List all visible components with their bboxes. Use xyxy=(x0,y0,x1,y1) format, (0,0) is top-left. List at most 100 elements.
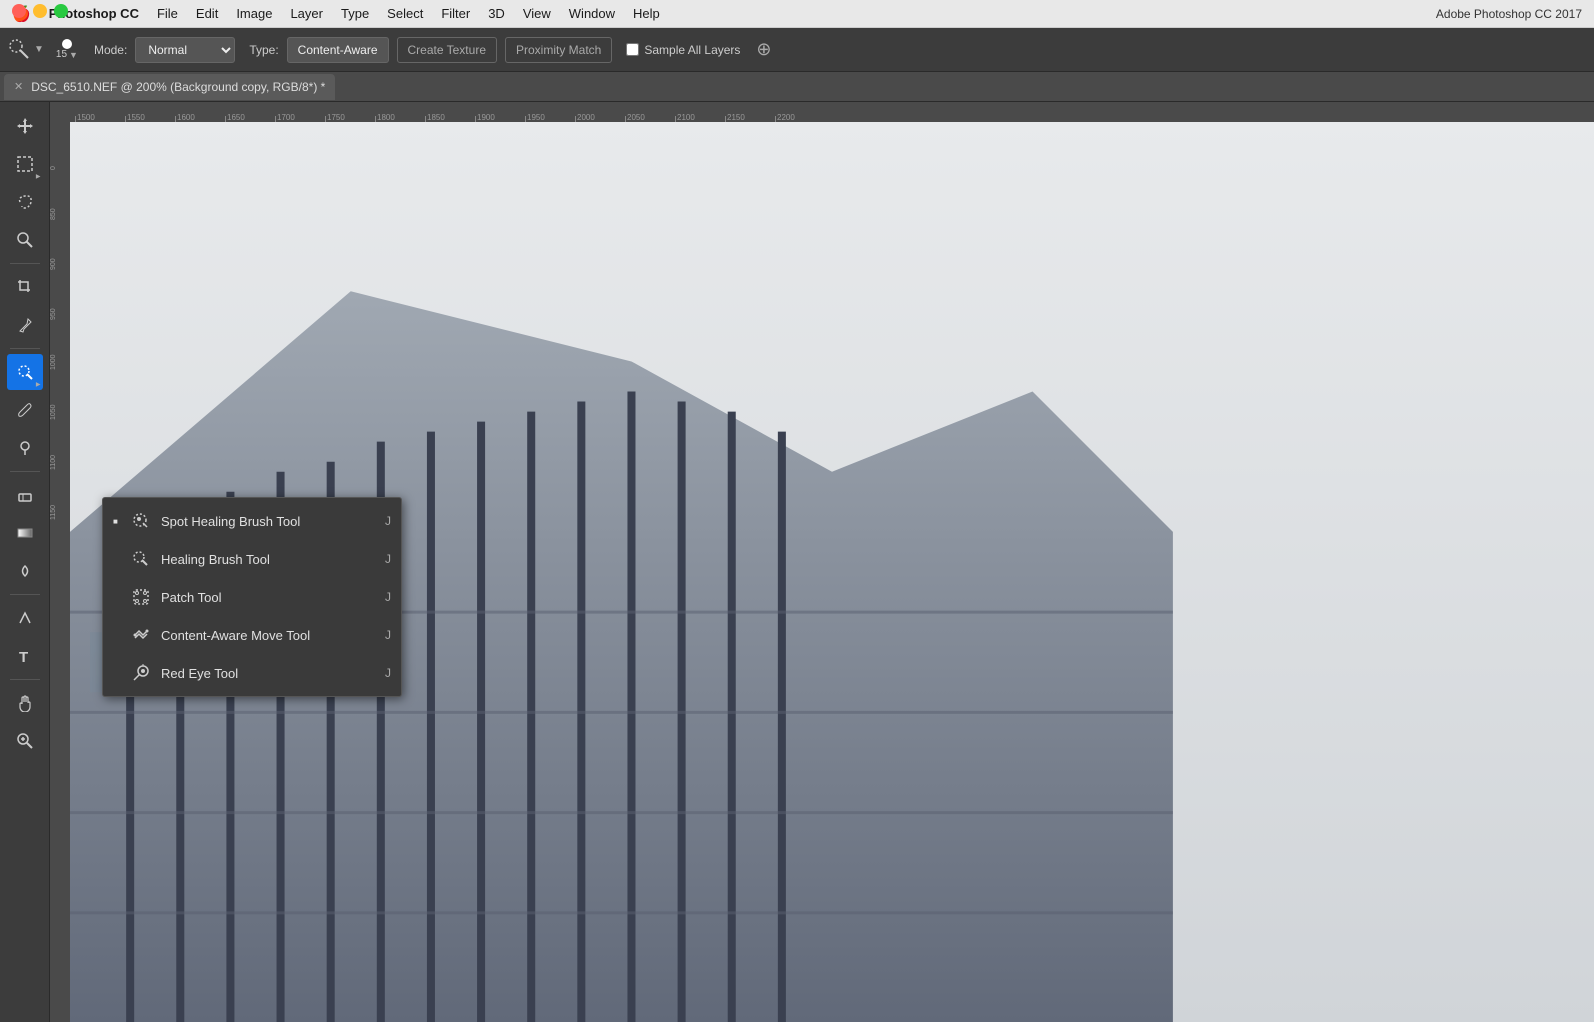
document-tab[interactable]: ✕ DSC_6510.NEF @ 200% (Background copy, … xyxy=(4,74,335,100)
ruler-corner xyxy=(50,102,70,122)
v-ruler-marks: 0 850 900 950 1000 1050 1100 1150 xyxy=(50,102,70,522)
flyout-spot-heal[interactable]: ■ Spot Healing Brush Tool J xyxy=(103,502,401,540)
brush-size-arrow: ▼ xyxy=(69,50,78,60)
magic-wand-tool[interactable] xyxy=(7,222,43,258)
patch-icon xyxy=(131,587,151,607)
toolbar-divider-4 xyxy=(10,594,40,595)
healing-tool[interactable]: ▶ xyxy=(7,354,43,390)
options-bar: ▼ 15 ▼ Mode: Normal Type: Content-Aware … xyxy=(0,28,1594,72)
ruler-mark-1800: 1800 xyxy=(375,113,425,122)
ruler-mark-1500: 1500 xyxy=(75,113,125,122)
eraser-tool[interactable] xyxy=(7,477,43,513)
ruler-horizontal: 1500 1550 1600 1650 1700 1750 1800 1850 … xyxy=(70,102,1594,122)
menu-window[interactable]: Window xyxy=(569,6,615,21)
toolbar-divider-2 xyxy=(10,348,40,349)
ruler-mark-2200: 2200 xyxy=(775,113,825,122)
ruler-mark-2150: 2150 xyxy=(725,113,775,122)
close-button[interactable] xyxy=(12,4,26,18)
ruler-mark-2100: 2100 xyxy=(675,113,725,122)
brush-dot xyxy=(62,39,72,49)
marquee-tool[interactable]: ▶ xyxy=(7,146,43,182)
brush-tool[interactable] xyxy=(7,392,43,428)
mode-label: Mode: xyxy=(94,43,127,57)
flyout-patch[interactable]: ■ Patch Tool J xyxy=(103,578,401,616)
blur-tool[interactable] xyxy=(7,553,43,589)
ruler-vertical: 0 850 900 950 1000 1050 1100 1150 xyxy=(50,102,70,1022)
lasso-tool[interactable] xyxy=(7,184,43,220)
menu-edit[interactable]: Edit xyxy=(196,6,218,21)
flyout-heal[interactable]: ■ Healing Brush Tool J xyxy=(103,540,401,578)
heal-shortcut: J xyxy=(385,552,391,566)
move-tool[interactable] xyxy=(7,108,43,144)
type-tool[interactable]: T xyxy=(7,638,43,674)
sample-all-container: Sample All Layers xyxy=(626,43,740,57)
type-content-aware-button[interactable]: Content-Aware xyxy=(287,37,389,63)
type-create-texture-button[interactable]: Create Texture xyxy=(397,37,498,63)
mode-dropdown[interactable]: Normal xyxy=(135,37,235,63)
brush-size-value: 15 xyxy=(56,49,67,60)
gradient-tool[interactable] xyxy=(7,515,43,551)
menu-3d[interactable]: 3D xyxy=(488,6,505,21)
tool-dropdown-arrow[interactable]: ▼ xyxy=(34,44,44,55)
patch-shortcut: J xyxy=(385,590,391,604)
tab-bar: ✕ DSC_6510.NEF @ 200% (Background copy, … xyxy=(0,72,1594,102)
content-aware-label: Content-Aware Move Tool xyxy=(161,628,375,643)
menu-image[interactable]: Image xyxy=(236,6,272,21)
heal-brush-icon xyxy=(8,38,32,62)
ruler-mark-1900: 1900 xyxy=(475,113,525,122)
tab-close-button[interactable]: ✕ xyxy=(14,80,23,93)
vmark-1050: 1050 xyxy=(50,372,70,422)
ruler-mark-2050: 2050 xyxy=(625,113,675,122)
red-eye-icon xyxy=(131,663,151,683)
maximize-button[interactable] xyxy=(54,4,68,18)
ruler-mark-2000: 2000 xyxy=(575,113,625,122)
ruler-mark-1950: 1950 xyxy=(525,113,575,122)
ruler-mark-1750: 1750 xyxy=(325,113,375,122)
ruler-mark-1550: 1550 xyxy=(125,113,175,122)
re-shortcut: J xyxy=(385,666,391,680)
toolbar-divider-3 xyxy=(10,471,40,472)
spot-heal-shortcut: J xyxy=(385,514,391,528)
minimize-button[interactable] xyxy=(33,4,47,18)
tab-title: DSC_6510.NEF @ 200% (Background copy, RG… xyxy=(31,80,325,94)
menu-layer[interactable]: Layer xyxy=(290,6,323,21)
vmark-0: 0 xyxy=(50,122,70,172)
menu-help[interactable]: Help xyxy=(633,6,660,21)
flyout-red-eye[interactable]: ■ Red Eye Tool J xyxy=(103,654,401,692)
type-proximity-match-button[interactable]: Proximity Match xyxy=(505,37,612,63)
active-bullet: ■ xyxy=(113,517,121,526)
pen-tool[interactable] xyxy=(7,600,43,636)
menu-filter[interactable]: Filter xyxy=(441,6,470,21)
sample-all-layers-checkbox[interactable] xyxy=(626,43,639,56)
brush-size-control[interactable]: 15 ▼ xyxy=(56,39,78,60)
flyout-content-aware[interactable]: ■ Content-Aware Move Tool J xyxy=(103,616,401,654)
crop-tool[interactable] xyxy=(7,269,43,305)
tool-flyout-arrow: ▶ xyxy=(36,173,41,180)
clone-stamp-tool[interactable] xyxy=(7,430,43,466)
menu-select[interactable]: Select xyxy=(387,6,423,21)
menu-file[interactable]: File xyxy=(157,6,178,21)
adjustment-icon[interactable]: ⊕ xyxy=(756,39,771,60)
menu-type[interactable]: Type xyxy=(341,6,369,21)
ruler-mark-1850: 1850 xyxy=(425,113,475,122)
hand-tool[interactable] xyxy=(7,685,43,721)
vmark-1000: 1000 xyxy=(50,322,70,372)
heal-label: Healing Brush Tool xyxy=(161,552,375,567)
window-controls xyxy=(12,4,68,18)
vmark-1100: 1100 xyxy=(50,422,70,472)
eyedropper-tool[interactable] xyxy=(7,307,43,343)
content-aware-icon xyxy=(131,625,151,645)
vmark-1150: 1150 xyxy=(50,472,70,522)
brush-tool-selector[interactable]: ▼ xyxy=(8,38,44,62)
ruler-mark-1600: 1600 xyxy=(175,113,225,122)
left-toolbar: ▶ ▶ xyxy=(0,102,50,1022)
tool-flyout-arrow-heal: ▶ xyxy=(36,381,41,388)
zoom-tool[interactable] xyxy=(7,723,43,759)
ruler-mark-1650: 1650 xyxy=(225,113,275,122)
menu-bar: 🍎 Photoshop CC File Edit Image Layer Typ… xyxy=(0,0,1594,28)
ca-shortcut: J xyxy=(385,628,391,642)
menu-view[interactable]: View xyxy=(523,6,551,21)
spot-heal-label: Spot Healing Brush Tool xyxy=(161,514,375,529)
ruler-marks: 1500 1550 1600 1650 1700 1750 1800 1850 … xyxy=(70,102,825,122)
ruler-mark-1700: 1700 xyxy=(275,113,325,122)
